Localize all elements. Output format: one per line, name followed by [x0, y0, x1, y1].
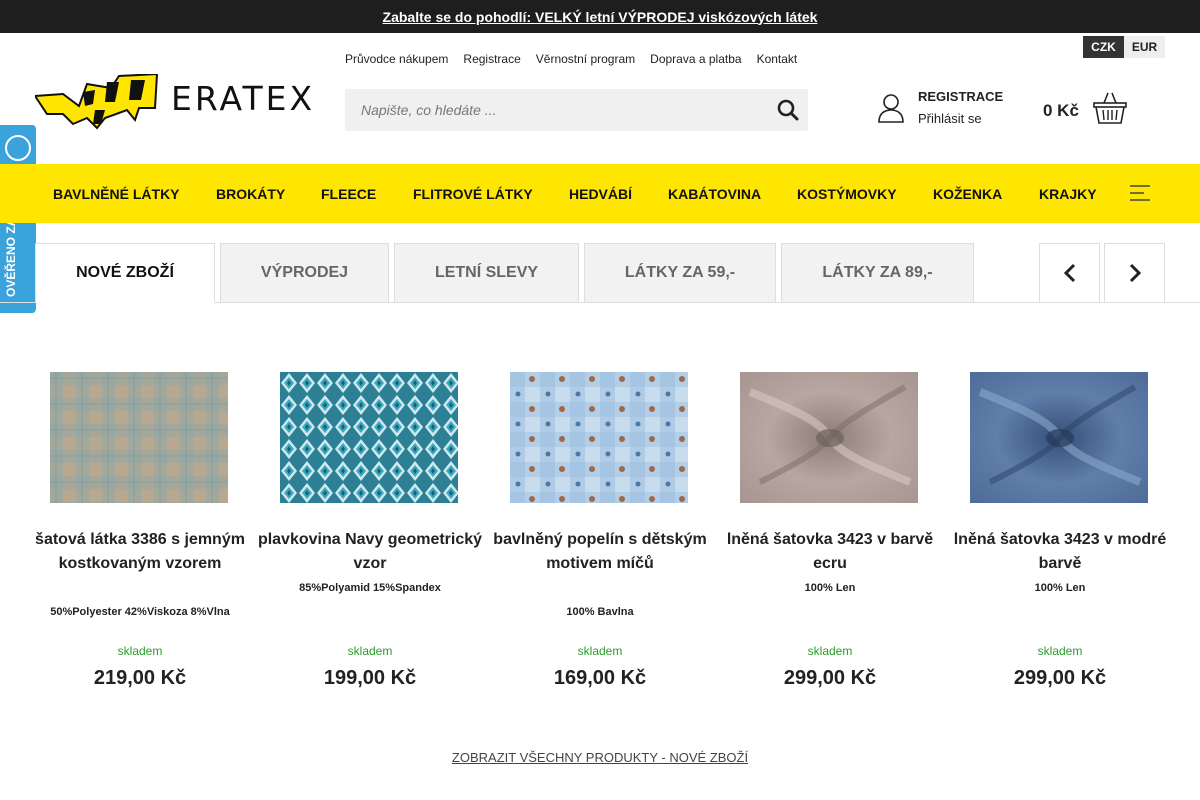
logo-text: ERATEX	[171, 79, 316, 118]
nav-item-sequin[interactable]: FLITROVÉ LÁTKY	[413, 186, 533, 202]
chevron-right-icon	[1129, 263, 1141, 283]
product-image[interactable]	[510, 372, 688, 503]
link-shipping-payment[interactable]: Doprava a platba	[650, 52, 741, 66]
search-bar	[345, 89, 808, 131]
product-composition: 50%Polyester 42%Viskoza 8%Vlna	[50, 606, 230, 618]
product-name[interactable]: lněná šatovka 3423 v modré barvě	[945, 528, 1175, 576]
product-stock: skladem	[577, 644, 623, 658]
nav-item-brocade[interactable]: BROKÁTY	[216, 186, 285, 202]
product-image[interactable]	[280, 372, 458, 503]
link-shopping-guide[interactable]: Průvodce nákupem	[345, 52, 448, 66]
product-composition: 100% Len	[1034, 582, 1086, 594]
product-composition: 85%Polyamid 15%Spandex	[299, 582, 441, 594]
chevron-left-icon	[1063, 263, 1075, 283]
carousel-next-button[interactable]	[1104, 243, 1165, 303]
nav-item-suiting[interactable]: KOSTÝMOVKY	[797, 186, 897, 202]
product-price: 199,00 Kč	[323, 667, 417, 689]
product-name[interactable]: plavkovina Navy geometrický vzor	[255, 528, 485, 576]
user-icon[interactable]	[878, 93, 904, 123]
tab-fabrics-89[interactable]: LÁTKY ZA 89,-	[781, 243, 974, 303]
product-stock: skladem	[347, 644, 393, 658]
cart-total: 0 Kč	[1043, 101, 1079, 120]
tab-new-goods[interactable]: NOVÉ ZBOŽÍ	[35, 243, 215, 303]
tab-fabrics-59[interactable]: LÁTKY ZA 59,-	[584, 243, 776, 303]
product-image[interactable]	[740, 372, 918, 503]
nav-item-lace[interactable]: KRAJKY	[1039, 186, 1097, 202]
link-contact[interactable]: Kontakt	[757, 52, 798, 66]
promo-link[interactable]: Zabalte se do pohodlí: VELKÝ letní VÝPRO…	[383, 9, 818, 25]
carousel-prev-button[interactable]	[1039, 243, 1100, 303]
currency-czk[interactable]: CZK	[1083, 36, 1124, 58]
link-registration[interactable]: Registrace	[463, 52, 520, 66]
show-all-link[interactable]: ZOBRAZIT VŠECHNY PRODUKTY - NOVÉ ZBOŽÍ	[452, 750, 748, 765]
search-input[interactable]	[345, 89, 765, 131]
tab-sale[interactable]: VÝPRODEJ	[220, 243, 389, 303]
link-loyalty-program[interactable]: Věrnostní program	[536, 52, 635, 66]
site-logo[interactable]: ERATEX	[33, 72, 312, 130]
currency-eur[interactable]: EUR	[1124, 36, 1165, 58]
search-icon[interactable]	[776, 98, 800, 122]
show-all-row: ZOBRAZIT VŠECHNY PRODUKTY - NOVÉ ZBOŽÍ	[0, 750, 1200, 765]
hamburger-menu-icon[interactable]	[1130, 185, 1150, 201]
product-name[interactable]: šatová látka 3386 s jemným kostkovaným v…	[25, 528, 255, 576]
top-links: Průvodce nákupem Registrace Věrnostní pr…	[345, 52, 812, 66]
basket-icon[interactable]	[1093, 91, 1127, 125]
product-name[interactable]: lněná šatovka 3423 v barvě ecru	[715, 528, 945, 576]
nav-item-cotton[interactable]: BAVLNĚNÉ LÁTKY	[53, 186, 180, 202]
product-price: 299,00 Kč	[1013, 667, 1107, 689]
nav-item-leatherette[interactable]: KOŽENKA	[933, 186, 1002, 202]
currency-switcher: CZK EUR	[1083, 36, 1165, 58]
product-name[interactable]: bavlněný popelín s dětským motivem míčů	[485, 528, 715, 576]
category-nav: BAVLNĚNÉ LÁTKY BROKÁTY FLEECE FLITROVÉ L…	[0, 164, 1200, 223]
promo-bar: Zabalte se do pohodlí: VELKÝ letní VÝPRO…	[0, 0, 1200, 33]
login-link[interactable]: Přihlásit se	[918, 111, 982, 126]
nav-item-coat[interactable]: KABÁTOVINA	[668, 186, 761, 202]
product-price: 169,00 Kč	[553, 667, 647, 689]
tab-summer-discounts[interactable]: LETNÍ SLEVY	[394, 243, 579, 303]
product-composition: 100% Len	[804, 582, 856, 594]
register-link[interactable]: REGISTRACE	[918, 89, 1003, 104]
product-composition: 100% Bavlna	[566, 606, 634, 618]
nav-item-fleece[interactable]: FLEECE	[321, 186, 376, 202]
nav-item-silk[interactable]: HEDVÁBÍ	[569, 186, 632, 202]
product-stock: skladem	[1037, 644, 1083, 658]
product-price: 219,00 Kč	[93, 667, 187, 689]
product-stock: skladem	[117, 644, 163, 658]
product-price: 299,00 Kč	[783, 667, 877, 689]
product-image[interactable]	[50, 372, 228, 503]
logo-mark-icon	[33, 72, 159, 130]
product-image[interactable]	[970, 372, 1148, 503]
product-stock: skladem	[807, 644, 853, 658]
verified-seal-icon	[5, 135, 31, 161]
